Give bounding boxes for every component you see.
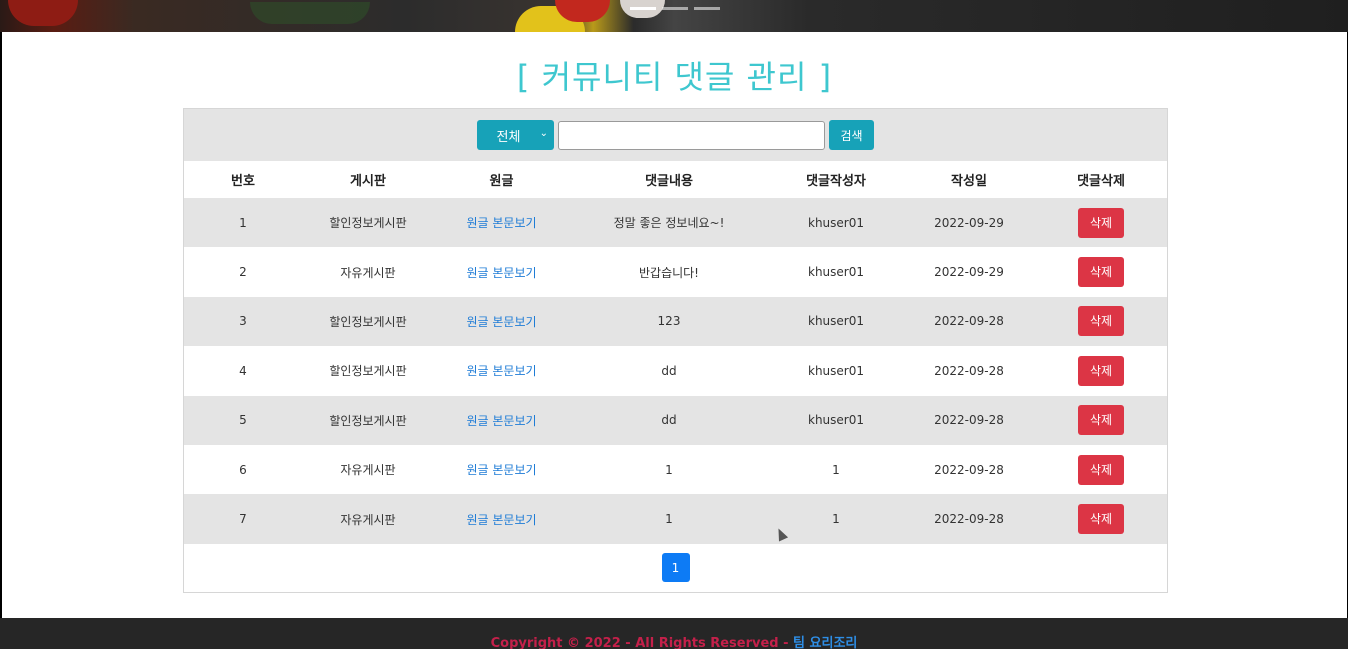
cell-author: khuser01 [769,198,903,248]
table-row: 1 할인정보게시판 원글 본문보기 정말 좋은 정보네요~! khuser01 … [184,198,1167,248]
column-header-board: 게시판 [302,161,434,198]
footer-copyright: Copyright © 2022 - All Rights Reserved - [490,636,794,649]
delete-comment-button[interactable]: 삭제 [1078,355,1124,386]
search-category-select[interactable]: 전체 ⌄ [477,120,554,150]
cell-date: 2022-09-28 [903,444,1035,495]
table-row: 3 할인정보게시판 원글 본문보기 123 khuser01 2022-09-2… [184,296,1167,347]
cell-comment-content: 정말 좋은 정보네요~! [569,198,769,248]
page-button-current[interactable]: 1 [661,553,690,583]
comment-management-panel: 전체 ⌄ 검색 번호 게시판 원글 댓글내용 댓글작성자 작성일 댓글삭제 1 … [183,108,1168,593]
table-row: 2 자유게시판 원글 본문보기 반갑습니다! khuser01 2022-09-… [184,247,1167,297]
column-header-author: 댓글작성자 [769,161,903,198]
comment-table: 번호 게시판 원글 댓글내용 댓글작성자 작성일 댓글삭제 1 할인정보게시판 … [184,161,1167,544]
main-content: [ 커뮤니티 댓글 관리 ] 전체 ⌄ 검색 번호 게시판 원글 댓글내용 댓글… [2,32,1347,618]
column-header-original-post: 원글 [434,161,569,198]
cell-number: 7 [184,494,302,544]
search-input[interactable] [558,120,825,150]
cell-comment-content: 1 [569,494,769,544]
cell-date: 2022-09-28 [903,346,1035,396]
column-header-number: 번호 [184,161,302,198]
view-original-link[interactable]: 원글 본문보기 [434,296,569,347]
cell-delete: 삭제 [1035,494,1167,544]
search-category-value: 전체 [496,129,521,145]
view-original-link[interactable]: 원글 본문보기 [434,247,569,297]
cell-comment-content: 1 [569,444,769,495]
footer-team-name: 팀 요리조리 [793,636,858,649]
delete-comment-button[interactable]: 삭제 [1078,257,1124,288]
column-header-comment-content: 댓글내용 [569,161,769,198]
cell-board: 자유게시판 [302,444,434,495]
footer: Copyright © 2022 - All Rights Reserved -… [0,618,1348,649]
cell-board: 할인정보게시판 [302,346,434,396]
carousel-indicator[interactable] [662,7,688,10]
delete-comment-button[interactable]: 삭제 [1078,405,1124,436]
search-button[interactable]: 검색 [829,120,874,150]
table-header-row: 번호 게시판 원글 댓글내용 댓글작성자 작성일 댓글삭제 [184,161,1167,198]
cell-date: 2022-09-29 [903,198,1035,248]
cell-number: 4 [184,346,302,396]
cell-delete: 삭제 [1035,198,1167,248]
table-row: 4 할인정보게시판 원글 본문보기 dd khuser01 2022-09-28… [184,346,1167,396]
cell-date: 2022-09-28 [903,296,1035,347]
table-row: 7 자유게시판 원글 본문보기 1 1 2022-09-28 삭제 [184,494,1167,544]
cell-number: 2 [184,247,302,297]
cell-number: 5 [184,395,302,445]
cell-author: 1 [769,494,903,544]
view-original-link[interactable]: 원글 본문보기 [434,444,569,495]
cell-delete: 삭제 [1035,296,1167,347]
column-header-date: 작성일 [903,161,1035,198]
delete-comment-button[interactable]: 삭제 [1078,454,1124,485]
view-original-link[interactable]: 원글 본문보기 [434,395,569,445]
cell-comment-content: 반갑습니다! [569,247,769,297]
cell-number: 6 [184,444,302,495]
cell-date: 2022-09-28 [903,494,1035,544]
cell-delete: 삭제 [1035,444,1167,495]
carousel-indicator[interactable] [630,7,656,10]
carousel-indicator[interactable] [694,7,720,10]
cell-delete: 삭제 [1035,247,1167,297]
cell-author: khuser01 [769,395,903,445]
cell-number: 3 [184,296,302,347]
view-original-link[interactable]: 원글 본문보기 [434,346,569,396]
cell-board: 자유게시판 [302,247,434,297]
table-row: 6 자유게시판 원글 본문보기 1 1 2022-09-28 삭제 [184,444,1167,495]
delete-comment-button[interactable]: 삭제 [1078,306,1124,337]
cell-author: khuser01 [769,247,903,297]
pagination: 1 [184,544,1167,592]
cell-delete: 삭제 [1035,346,1167,396]
cell-number: 1 [184,198,302,248]
column-header-delete: 댓글삭제 [1035,161,1167,198]
cell-board: 할인정보게시판 [302,198,434,248]
delete-comment-button[interactable]: 삭제 [1078,504,1124,535]
search-bar: 전체 ⌄ 검색 [184,109,1167,161]
banner-herb-decoration [250,2,370,24]
cell-date: 2022-09-29 [903,247,1035,297]
cell-board: 자유게시판 [302,494,434,544]
hero-banner [0,0,1348,32]
cell-board: 할인정보게시판 [302,395,434,445]
view-original-link[interactable]: 원글 본문보기 [434,198,569,248]
carousel-indicators [630,7,720,10]
chevron-down-icon: ⌄ [539,128,548,139]
table-row: 5 할인정보게시판 원글 본문보기 dd khuser01 2022-09-28… [184,395,1167,445]
page-title: [ 커뮤니티 댓글 관리 ] [516,58,833,96]
cell-comment-content: dd [569,395,769,445]
banner-food-decoration [8,0,78,26]
cell-author: 1 [769,444,903,495]
cell-date: 2022-09-28 [903,395,1035,445]
cell-author: khuser01 [769,346,903,396]
delete-comment-button[interactable]: 삭제 [1078,207,1124,238]
cell-board: 할인정보게시판 [302,296,434,347]
view-original-link[interactable]: 원글 본문보기 [434,494,569,544]
cell-author: khuser01 [769,296,903,347]
cell-comment-content: dd [569,346,769,396]
cell-delete: 삭제 [1035,395,1167,445]
cell-comment-content: 123 [569,296,769,347]
